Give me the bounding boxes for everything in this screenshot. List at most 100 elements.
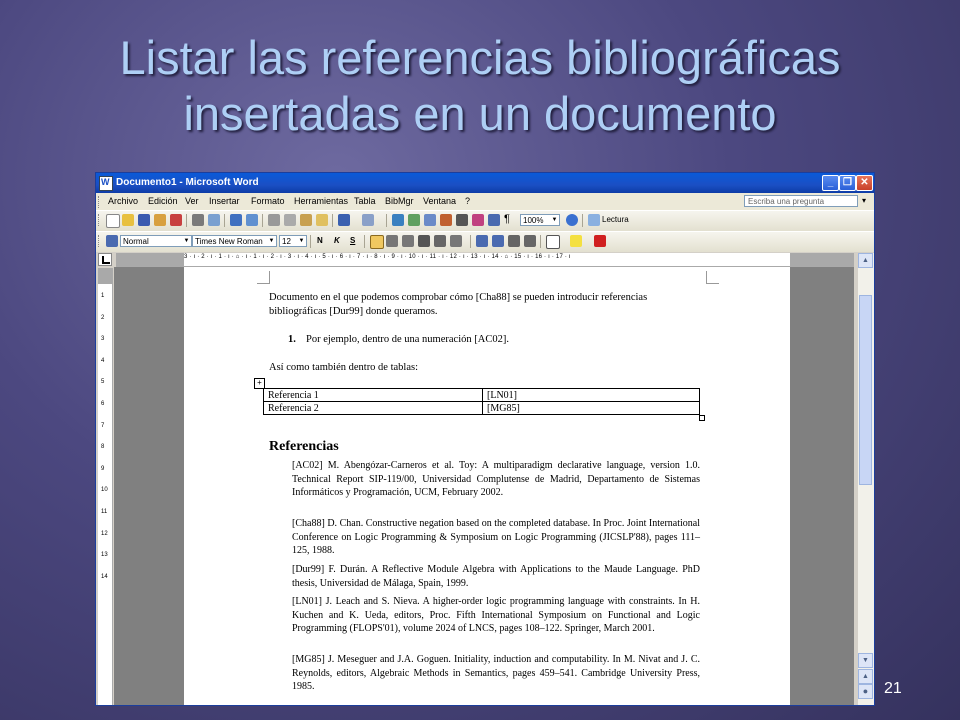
margin-corner-mark — [706, 271, 719, 284]
align-left-icon[interactable] — [370, 235, 384, 249]
list-item-text[interactable]: Por ejemplo, dentro de una numeración [A… — [306, 333, 686, 347]
menu-ver[interactable]: Ver — [185, 196, 199, 206]
table-intro-paragraph[interactable]: Así como también dentro de tablas: — [269, 361, 418, 375]
toolbar-grip[interactable] — [98, 214, 102, 226]
print-icon[interactable] — [192, 214, 204, 226]
chevron-down-icon[interactable]: ▼ — [182, 236, 191, 246]
table-row[interactable]: Referencia 1 [LN01] — [263, 388, 700, 402]
word-app-icon[interactable] — [99, 176, 113, 191]
spelling-icon[interactable] — [230, 214, 242, 226]
reference-entry[interactable]: [Cha88] D. Chan. Constructive negation b… — [292, 517, 700, 558]
document-area[interactable]: Documento en el que podemos comprobar có… — [114, 267, 854, 705]
document-map-icon[interactable] — [488, 214, 500, 226]
print-preview-icon[interactable] — [208, 214, 220, 226]
menu-formato[interactable]: Formato — [251, 196, 285, 206]
redo-icon[interactable] — [362, 214, 374, 226]
menu-help[interactable]: ? — [465, 196, 470, 206]
email-icon[interactable] — [170, 214, 182, 226]
reference-entry[interactable]: [LN01] J. Leach and S. Nieva. A higher-o… — [292, 595, 700, 636]
minimize-button[interactable]: _ — [822, 175, 839, 191]
read-icon[interactable] — [588, 214, 600, 226]
toolbar-grip[interactable] — [98, 235, 102, 247]
vertical-ruler[interactable]: 1 2 3 4 5 6 7 8 9 10 11 12 13 14 — [98, 268, 113, 705]
save-icon[interactable] — [138, 214, 150, 226]
table-cell[interactable]: [MG85] — [482, 401, 700, 415]
ask-dropdown-icon[interactable]: ▾ — [862, 196, 866, 205]
tab-selector[interactable] — [98, 253, 112, 266]
format-painter-icon[interactable] — [316, 214, 328, 226]
close-button[interactable]: ✕ — [856, 175, 873, 191]
numbering-icon[interactable] — [476, 235, 488, 247]
table-resize-handle[interactable] — [699, 415, 705, 421]
reference-entry[interactable]: [Dur99] F. Durán. A Reflective Module Al… — [292, 563, 700, 590]
highlight-icon[interactable] — [570, 235, 582, 247]
table-cell[interactable]: Referencia 2 — [263, 401, 483, 415]
font-color-icon[interactable] — [594, 235, 606, 247]
scroll-up-icon[interactable]: ▲ — [858, 253, 873, 268]
italic-button[interactable]: K — [334, 236, 340, 245]
hyperlink-icon[interactable] — [392, 214, 404, 226]
font-size-combo[interactable]: 12 ▼ — [279, 235, 307, 247]
reference-entry[interactable]: [AC02] M. Abengózar-Carneros et al. Toy:… — [292, 459, 700, 500]
research-icon[interactable] — [246, 214, 258, 226]
paste-icon[interactable] — [300, 214, 312, 226]
intro-paragraph[interactable]: Documento en el que podemos comprobar có… — [269, 291, 659, 318]
menu-insertar[interactable]: Insertar — [209, 196, 240, 206]
justify-icon[interactable] — [418, 235, 430, 247]
ask-question-input[interactable]: Escriba una pregunta — [744, 195, 858, 207]
zoom-combo[interactable]: 100% ▼ — [520, 214, 560, 226]
scroll-thumb[interactable] — [859, 295, 872, 485]
undo-icon[interactable] — [338, 214, 350, 226]
references-table[interactable]: Referencia 1 [LN01] Referencia 2 [MG85] — [263, 388, 700, 415]
reference-entry[interactable]: [MG85] J. Meseguer and J.A. Goguen. Init… — [292, 653, 700, 694]
permission-icon[interactable] — [154, 214, 166, 226]
drawing-icon[interactable] — [472, 214, 484, 226]
help-icon[interactable] — [566, 214, 578, 226]
insert-excel-icon[interactable] — [440, 214, 452, 226]
menu-herramientas[interactable]: Herramientas — [294, 196, 348, 206]
menu-bibmgr[interactable]: BibMgr — [385, 196, 414, 206]
document-page[interactable]: Documento en el que podemos comprobar có… — [184, 267, 790, 705]
read-mode-button[interactable]: Lectura — [602, 215, 629, 224]
chevron-down-icon[interactable]: ▼ — [550, 215, 559, 225]
scroll-down-icon[interactable]: ▼ — [858, 653, 873, 668]
title-bar[interactable]: Documento1 - Microsoft Word _ ❐ ✕ — [96, 173, 874, 193]
bold-button[interactable]: N — [317, 236, 323, 245]
restore-button[interactable]: ❐ — [839, 175, 856, 191]
vruler-tick: 10 — [101, 487, 108, 494]
insert-table-icon[interactable] — [424, 214, 436, 226]
menu-grip[interactable] — [98, 196, 102, 208]
align-right-icon[interactable] — [402, 235, 414, 247]
table-row[interactable]: Referencia 2 [MG85] — [263, 401, 700, 415]
show-hide-icon[interactable]: ¶ — [504, 213, 510, 225]
browse-object-icon[interactable]: ● — [858, 684, 873, 699]
cut-icon[interactable] — [268, 214, 280, 226]
chevron-down-icon[interactable]: ▼ — [267, 236, 276, 246]
copy-icon[interactable] — [284, 214, 296, 226]
columns-icon[interactable] — [456, 214, 468, 226]
previous-page-icon[interactable]: ▲ — [858, 669, 873, 684]
table-cell[interactable]: [LN01] — [482, 388, 700, 402]
distributed-icon[interactable] — [434, 235, 446, 247]
menu-edicion[interactable]: Edición — [148, 196, 178, 206]
borders-icon[interactable] — [546, 235, 560, 249]
style-combo[interactable]: Normal ▼ — [120, 235, 192, 247]
new-document-icon[interactable] — [106, 214, 120, 228]
font-combo[interactable]: Times New Roman ▼ — [192, 235, 277, 247]
open-folder-icon[interactable] — [122, 214, 134, 226]
menu-tabla[interactable]: Tabla — [354, 196, 376, 206]
line-spacing-icon[interactable] — [450, 235, 462, 247]
vertical-scrollbar[interactable]: ▲ ▼ ▲ ● — [858, 253, 874, 705]
horizontal-ruler[interactable]: 3 · ı · 2 · ı · 1 · ı · ⌂ · ı · 1 · ı · … — [116, 253, 854, 267]
chevron-down-icon[interactable]: ▼ — [297, 236, 306, 246]
tables-borders-icon[interactable] — [408, 214, 420, 226]
bullets-icon[interactable] — [492, 235, 504, 247]
menu-archivo[interactable]: Archivo — [108, 196, 138, 206]
styles-pane-icon[interactable] — [106, 235, 118, 247]
align-center-icon[interactable] — [386, 235, 398, 247]
increase-indent-icon[interactable] — [524, 235, 536, 247]
decrease-indent-icon[interactable] — [508, 235, 520, 247]
table-cell[interactable]: Referencia 1 — [263, 388, 483, 402]
underline-button[interactable]: S — [350, 236, 355, 245]
menu-ventana[interactable]: Ventana — [423, 196, 456, 206]
